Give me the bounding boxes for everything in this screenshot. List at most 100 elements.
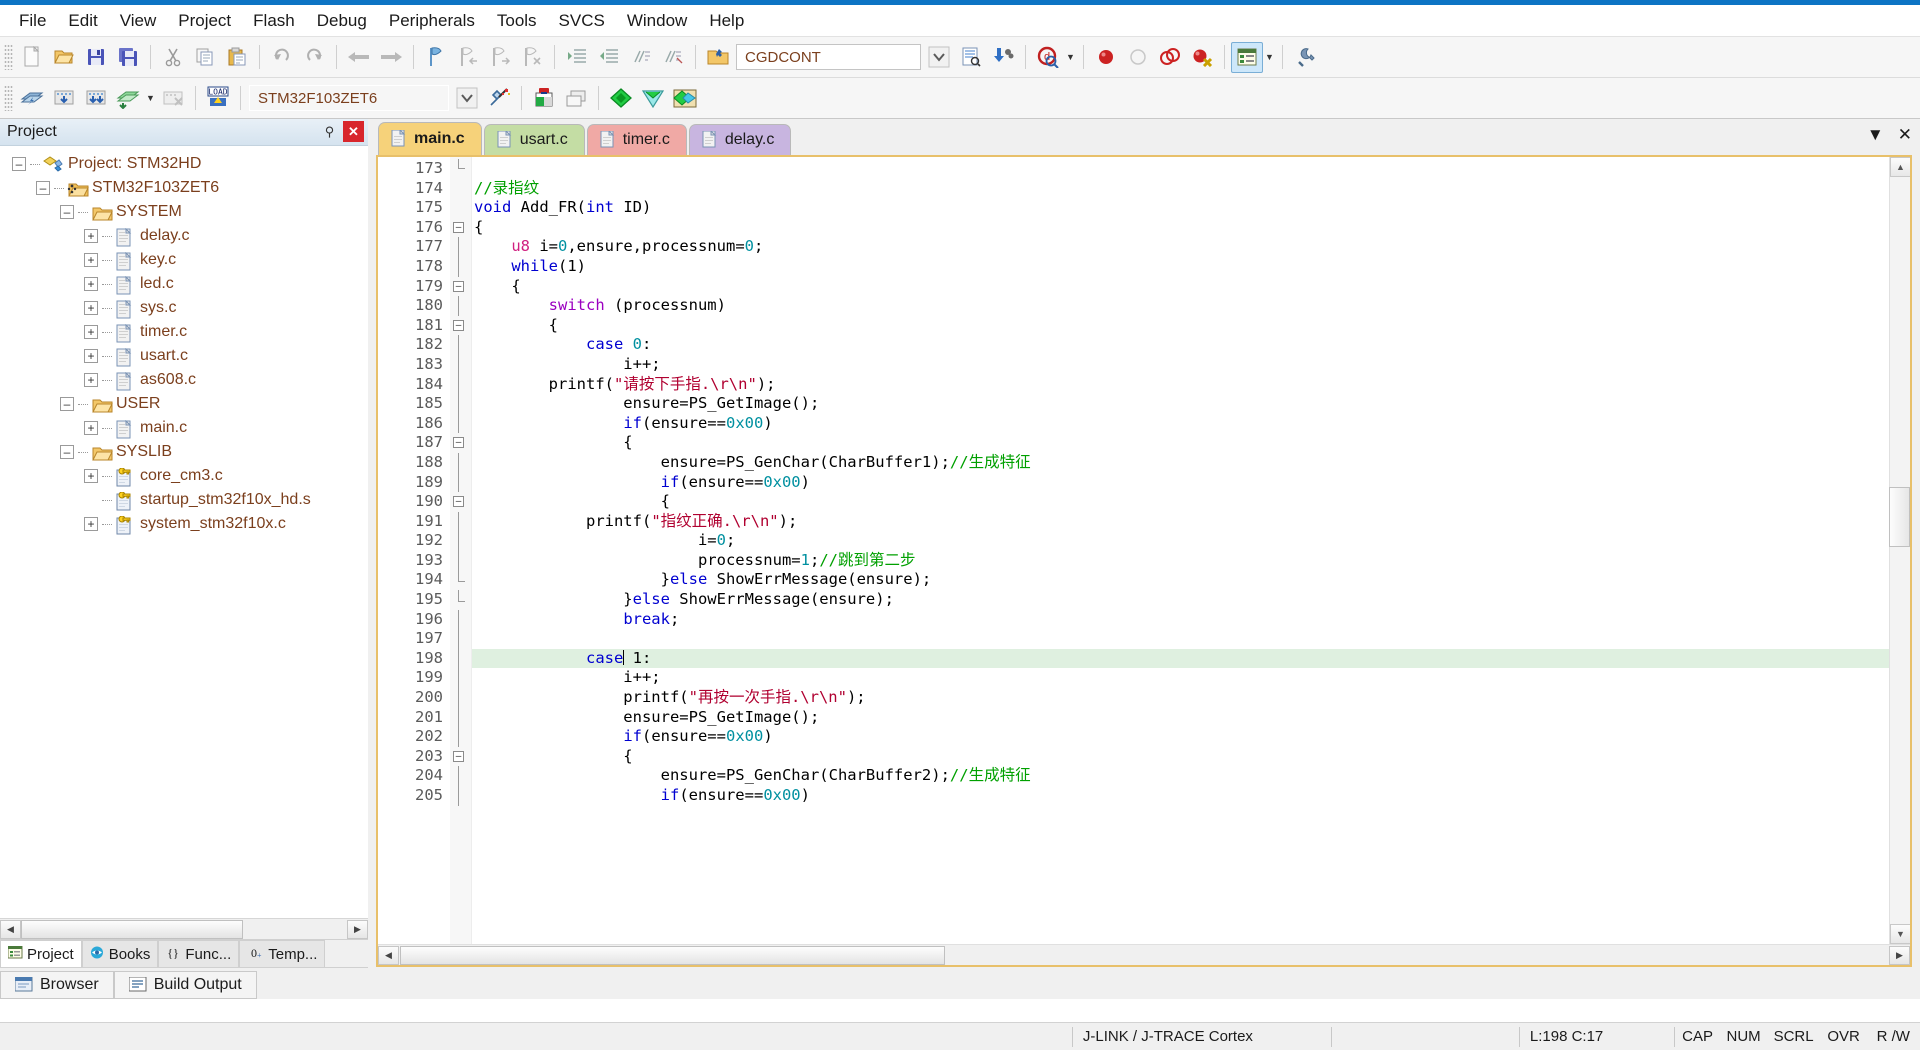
- manage-run-time-env-icon[interactable]: [560, 83, 592, 114]
- build-target-icon[interactable]: [702, 42, 734, 73]
- tree-item-delay-c[interactable]: +delay.c: [0, 224, 368, 248]
- code-line[interactable]: break;: [472, 610, 1910, 630]
- toolbar-grip[interactable]: [4, 44, 13, 70]
- project-packs-icon[interactable]: [669, 83, 701, 114]
- editor-tab-usartc[interactable]: usart.c: [484, 124, 585, 155]
- menu-edit[interactable]: Edit: [57, 7, 108, 35]
- code-line[interactable]: }else ShowErrMessage(ensure);: [472, 590, 1910, 610]
- bookmark-prev-icon[interactable]: [452, 42, 484, 73]
- kill-all-breakpoints-icon[interactable]: [1186, 42, 1218, 73]
- code-line[interactable]: printf("再按一次手指.\r\n");: [472, 688, 1910, 708]
- code-line[interactable]: ensure=PS_GenChar(CharBuffer1);//生成特征: [472, 453, 1910, 473]
- copy-icon[interactable]: [189, 42, 221, 73]
- expand-icon[interactable]: +: [84, 301, 98, 315]
- code-line[interactable]: ensure=PS_GetImage();: [472, 708, 1910, 728]
- menu-file[interactable]: File: [8, 7, 57, 35]
- code-line[interactable]: i=0;: [472, 531, 1910, 551]
- save-icon[interactable]: [80, 42, 112, 73]
- code-line[interactable]: u8 i=0,ensure,processnum=0;: [472, 237, 1910, 257]
- indent-icon[interactable]: [561, 42, 593, 73]
- code-editor[interactable]: 1731741751761771781791801811821831841851…: [376, 155, 1912, 967]
- code-line[interactable]: [472, 629, 1910, 649]
- code-line[interactable]: if(ensure==0x00): [472, 473, 1910, 493]
- collapse-icon[interactable]: –: [60, 445, 74, 459]
- tree-item-startup-stm32f10x-hd-s[interactable]: startup_stm32f10x_hd.s: [0, 488, 368, 512]
- menu-debug[interactable]: Debug: [306, 7, 378, 35]
- scroll-down-icon[interactable]: ▼: [1890, 924, 1910, 944]
- expand-icon[interactable]: +: [84, 469, 98, 483]
- chevron-down-icon[interactable]: ▼: [144, 83, 157, 114]
- code-line[interactable]: case 0:: [472, 335, 1910, 355]
- menu-svcs[interactable]: SVCS: [548, 7, 616, 35]
- tab-browser[interactable]: Browser: [0, 971, 114, 999]
- toolbar-grip[interactable]: [4, 85, 13, 111]
- download-icon[interactable]: LOAD: [202, 83, 234, 114]
- editor-hscrollbar[interactable]: ◀ ▶: [378, 944, 1910, 965]
- tab-build-output[interactable]: Build Output: [114, 971, 257, 999]
- pack-installer-icon[interactable]: [605, 83, 637, 114]
- project-tab-books[interactable]: Books: [82, 940, 159, 967]
- pin-icon[interactable]: ⚲: [319, 121, 340, 142]
- expand-icon[interactable]: +: [84, 373, 98, 387]
- tree-item-system[interactable]: –SYSTEM: [0, 200, 368, 224]
- comment-icon[interactable]: [625, 42, 657, 73]
- code-line[interactable]: if(ensure==0x00): [472, 414, 1910, 434]
- menu-flash[interactable]: Flash: [242, 7, 306, 35]
- code-line[interactable]: printf("指纹正确.\r\n");: [472, 512, 1910, 532]
- disable-breakpoint-icon[interactable]: [1122, 42, 1154, 73]
- editor-tab-mainc[interactable]: main.c: [378, 122, 482, 155]
- code-line[interactable]: {: [472, 316, 1910, 336]
- undo-icon[interactable]: [266, 42, 298, 73]
- new-file-icon[interactable]: [16, 42, 48, 73]
- code-line[interactable]: {: [472, 747, 1910, 767]
- code-text[interactable]: //录指纹void Add_FR(int ID){ u8 i=0,ensure,…: [472, 157, 1910, 944]
- expand-icon[interactable]: +: [84, 421, 98, 435]
- project-tree[interactable]: –Project: STM32HD–STM32F103ZET6–SYSTEM+d…: [0, 146, 368, 918]
- code-line[interactable]: [472, 159, 1910, 179]
- editor-tab-delayc[interactable]: delay.c: [689, 124, 792, 155]
- menu-view[interactable]: View: [109, 7, 168, 35]
- collapse-icon[interactable]: –: [36, 181, 50, 195]
- close-icon[interactable]: ✕: [1898, 125, 1912, 145]
- menu-peripherals[interactable]: Peripherals: [378, 7, 486, 35]
- code-line[interactable]: {: [472, 218, 1910, 238]
- hscroll-thumb[interactable]: [400, 946, 945, 965]
- code-line[interactable]: while(1): [472, 257, 1910, 277]
- debug-download-icon[interactable]: [987, 42, 1019, 73]
- paste-icon[interactable]: [221, 42, 253, 73]
- scroll-right-icon[interactable]: ▶: [347, 920, 368, 939]
- editor-tab-timerc[interactable]: timer.c: [587, 124, 687, 155]
- collapse-icon[interactable]: –: [60, 397, 74, 411]
- tree-item-project-stm32hd[interactable]: –Project: STM32HD: [0, 152, 368, 176]
- tree-item-user[interactable]: –USER: [0, 392, 368, 416]
- expand-icon[interactable]: +: [84, 349, 98, 363]
- scroll-left-icon[interactable]: ◀: [0, 920, 21, 939]
- disable-all-breakpoints-icon[interactable]: [1154, 42, 1186, 73]
- manage-project-items-icon[interactable]: [528, 83, 560, 114]
- fold-collapse-icon[interactable]: –: [450, 277, 471, 297]
- target-combo-dropdown[interactable]: [923, 42, 955, 73]
- bookmark-toggle-icon[interactable]: [420, 42, 452, 73]
- code-line[interactable]: //录指纹: [472, 179, 1910, 199]
- cut-icon[interactable]: [157, 42, 189, 73]
- tree-item-core-cm3-c[interactable]: +core_cm3.c: [0, 464, 368, 488]
- translate-icon[interactable]: [16, 83, 48, 114]
- code-line[interactable]: case 1:: [472, 649, 1910, 669]
- code-line[interactable]: if(ensure==0x00): [472, 786, 1910, 806]
- tree-item-led-c[interactable]: +led.c: [0, 272, 368, 296]
- tree-item-stm32f103zet6[interactable]: –STM32F103ZET6: [0, 176, 368, 200]
- navigate-back-icon[interactable]: [343, 42, 375, 73]
- menu-tools[interactable]: Tools: [486, 7, 548, 35]
- expand-icon[interactable]: +: [84, 229, 98, 243]
- project-tab-temp[interactable]: 0+Temp...: [239, 940, 325, 967]
- project-tree-hscrollbar[interactable]: ◀ ▶: [0, 918, 368, 939]
- tree-item-sys-c[interactable]: +sys.c: [0, 296, 368, 320]
- bookmark-next-icon[interactable]: [484, 42, 516, 73]
- expand-icon[interactable]: +: [84, 253, 98, 267]
- tree-item-timer-c[interactable]: +timer.c: [0, 320, 368, 344]
- scroll-left-icon[interactable]: ◀: [378, 946, 399, 965]
- rebuild-icon[interactable]: [80, 83, 112, 114]
- code-folding-column[interactable]: ––––––: [450, 157, 472, 944]
- close-icon[interactable]: ✕: [343, 121, 364, 142]
- hscroll-thumb[interactable]: [21, 920, 243, 939]
